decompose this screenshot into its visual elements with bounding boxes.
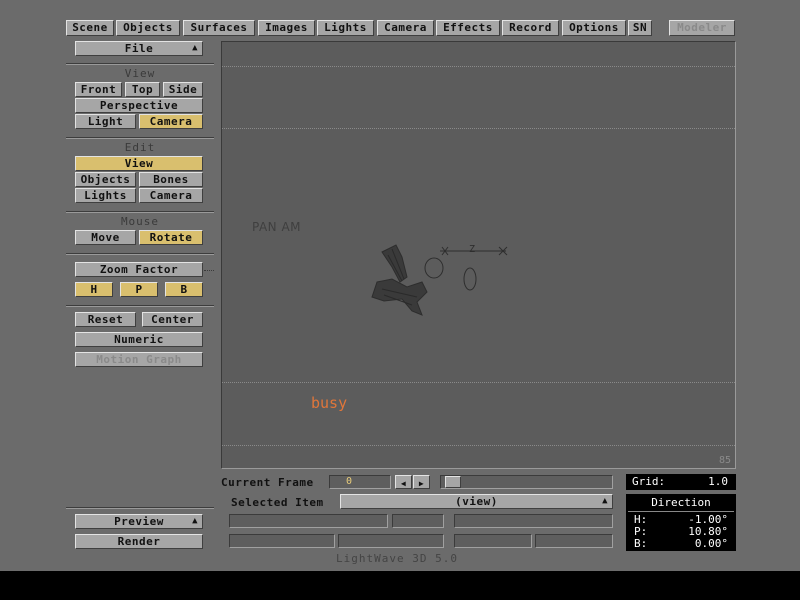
perspective-view-button[interactable]: Perspective [75,98,203,113]
grid-line [222,128,735,129]
tab-record[interactable]: Record [502,20,559,36]
edit-camera-button[interactable]: Camera [139,188,203,203]
camera-target-icon [424,246,508,291]
tab-images[interactable]: Images [258,20,315,36]
p-axis-button[interactable]: P [120,282,158,297]
numeric-button[interactable]: Numeric [75,332,203,347]
separator [66,211,214,213]
light-view-button[interactable]: Light [75,114,136,129]
info-field [229,514,388,528]
separator [66,63,214,65]
edit-lights-button[interactable]: Lights [75,188,136,203]
direction-b-label: B: [634,537,648,550]
top-view-button[interactable]: Top [125,82,160,97]
viewport-corner-number: 85 [718,455,731,466]
file-dropdown[interactable]: File ▲︎ [75,41,203,56]
tab-surfaces[interactable]: Surfaces [183,20,255,36]
render-button[interactable]: Render [75,534,203,549]
direction-readout: Direction H: -1.00° P: 10.80° B: 0.00° [626,494,736,551]
edit-section-label: Edit [124,141,156,154]
tab-effects[interactable]: Effects [436,20,500,36]
direction-title: Direction [651,496,711,509]
preview-label: Preview [114,515,164,528]
updown-arrows-icon: ▲︎ [602,496,608,506]
arrow-right-icon: ▶︎ [418,479,425,488]
info-field [454,534,532,548]
separator [66,137,214,139]
frame-prev-button[interactable]: ◀︎ [395,475,412,489]
info-field [229,534,335,548]
motion-graph-button[interactable]: Motion Graph [75,352,203,367]
view-section-label: View [124,67,156,80]
frame-next-button[interactable]: ▶︎ [413,475,430,489]
tab-sn[interactable]: SN [628,20,652,36]
zoom-factor-tick [204,270,214,271]
grid-value: 1.0 [708,475,728,488]
info-field [392,514,444,528]
updown-arrows-icon: ▲︎ [192,516,198,526]
tab-camera[interactable]: Camera [377,20,434,36]
grid-label: Grid: [632,475,666,488]
mouse-move-button[interactable]: Move [75,230,136,245]
busy-indicator: busy [311,394,348,412]
grid-readout: Grid: 1.0 [626,474,736,490]
target-letter: Z [469,244,476,255]
current-frame-label: Current Frame [221,476,314,489]
modeler-button[interactable]: Modeler [669,20,735,36]
zoom-factor-button[interactable]: Zoom Factor [75,262,203,277]
arrow-left-icon: ◀︎ [400,479,407,488]
separator [66,305,214,307]
current-frame-value: 0 [346,476,353,487]
direction-b-value: 0.00° [694,537,728,550]
h-axis-button[interactable]: H [75,282,113,297]
reset-button[interactable]: Reset [75,312,136,327]
direction-divider [628,511,734,512]
object-label: PAN AM [252,220,302,234]
info-field [454,514,613,528]
tab-options[interactable]: Options [562,20,626,36]
grid-line [222,66,735,67]
side-view-button[interactable]: Side [163,82,203,97]
updown-arrows-icon: ▲︎ [192,43,198,53]
selected-item-value: (view) [455,495,498,508]
edit-objects-button[interactable]: Objects [75,172,136,187]
current-frame-field[interactable]: 0 [329,475,391,489]
preview-dropdown[interactable]: Preview ▲︎ [75,514,203,529]
grid-line [222,382,735,383]
tab-scene[interactable]: Scene [66,20,114,36]
camera-view-button[interactable]: Camera [139,114,203,129]
mouse-section-label: Mouse [120,215,160,228]
center-button[interactable]: Center [142,312,203,327]
selected-item-dropdown[interactable]: (view) ▲︎ [340,494,613,509]
separator [66,507,214,509]
selected-item-label: Selected Item [231,496,324,509]
footer-title: LightWave 3D 5.0 [336,552,458,565]
bottom-bar [0,571,800,600]
tab-objects[interactable]: Objects [116,20,180,36]
info-field [338,534,444,548]
b-axis-button[interactable]: B [165,282,203,297]
frame-slider-handle[interactable] [445,476,461,488]
front-view-button[interactable]: Front [75,82,122,97]
tab-lights[interactable]: Lights [317,20,374,36]
grid-line [222,445,735,446]
edit-view-button[interactable]: View [75,156,203,171]
mouse-rotate-button[interactable]: Rotate [139,230,203,245]
edit-bones-button[interactable]: Bones [139,172,203,187]
layout-viewport[interactable]: PAN AM Z busy 85 [221,41,736,469]
info-field [535,534,613,548]
separator [66,253,214,255]
file-dropdown-label: File [124,42,154,55]
frame-slider-track[interactable] [440,475,613,489]
